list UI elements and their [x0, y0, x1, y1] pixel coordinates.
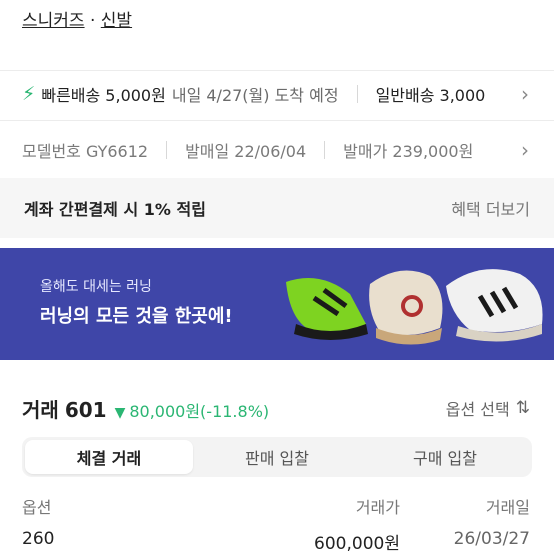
- breadcrumb-category[interactable]: 스니커즈: [22, 11, 85, 31]
- trade-summary: 거래 601 ▼ 80,000원(-11.8%): [22, 394, 269, 423]
- divider: [356, 85, 358, 103]
- divider: [324, 141, 326, 159]
- promo-more-link[interactable]: 혜택 더보기: [451, 196, 530, 220]
- banner-title: 러닝의 모든 것을 한곳에!: [40, 306, 233, 327]
- column-header-option: 옵션: [22, 498, 52, 517]
- fast-shipping-date: 내일 4/27(월) 도착 예정: [171, 86, 339, 105]
- promo-text: 계좌 간편결제 시 1% 적립: [24, 200, 206, 219]
- banner-subtitle: 올해도 대세는 러닝: [40, 279, 152, 295]
- column-header-price: 거래가: [355, 498, 400, 517]
- white-sneaker-image: [446, 269, 543, 342]
- option-select-button[interactable]: 옵션 선택 ⇅: [446, 396, 530, 420]
- sort-icon: ⇅: [515, 398, 530, 418]
- sneaker-images: [286, 269, 543, 345]
- divider: [166, 141, 168, 159]
- breadcrumb-subcategory[interactable]: 신발: [101, 11, 132, 31]
- option-select-label: 옵션 선택: [445, 400, 510, 419]
- normal-shipping-label: 일반배송 3,000: [375, 86, 486, 105]
- beige-sneaker-image: [369, 270, 443, 345]
- tab-completed-trades[interactable]: 체결 거래: [25, 440, 193, 474]
- price-change: 80,000원(-11.8%): [129, 402, 270, 421]
- price-down-icon: ▼: [114, 405, 126, 421]
- release-price: 발매가 239,000원: [343, 142, 474, 161]
- lightning-icon: ⚡: [22, 83, 36, 105]
- chevron-right-icon[interactable]: ›: [510, 79, 540, 109]
- model-number: 모델번호 GY6612: [22, 142, 149, 161]
- green-sneaker-image: [286, 278, 368, 340]
- tab-buy-bids[interactable]: 구매 입찰: [361, 440, 529, 474]
- table-cell-option: 260: [22, 529, 55, 549]
- divider: [0, 120, 554, 121]
- trade-count: 601: [64, 398, 107, 422]
- breadcrumb-separator: ·: [89, 11, 96, 31]
- product-specs-row[interactable]: 모델번호 GY6612 발매일 22/06/04 발매가 239,000원 ›: [0, 128, 554, 172]
- release-date: 발매일 22/06/04: [185, 142, 307, 161]
- chevron-right-icon[interactable]: ›: [510, 135, 540, 165]
- fast-shipping-label: 빠른배송 5,000원: [41, 86, 166, 105]
- column-header-date: 거래일: [485, 498, 530, 517]
- payment-promo-bar[interactable]: 계좌 간편결제 시 1% 적립 혜택 더보기: [0, 178, 554, 238]
- running-banner[interactable]: 올해도 대세는 러닝 러닝의 모든 것을 한곳에!: [0, 248, 554, 360]
- fade-overlay: [484, 72, 510, 116]
- table-cell-date: 26/03/27: [453, 529, 530, 549]
- breadcrumb: 스니커즈 · 신발: [22, 6, 132, 31]
- tab-sell-bids[interactable]: 판매 입찰: [193, 440, 361, 474]
- trade-title: 거래: [22, 398, 59, 422]
- divider: [0, 70, 554, 71]
- shipping-row[interactable]: ⚡ 빠른배송 5,000원 내일 4/27(월) 도착 예정 일반배송 3,00…: [0, 72, 554, 116]
- table-cell-price: 600,000원: [314, 534, 400, 554]
- trade-tabs: 체결 거래 판매 입찰 구매 입찰: [22, 437, 532, 477]
